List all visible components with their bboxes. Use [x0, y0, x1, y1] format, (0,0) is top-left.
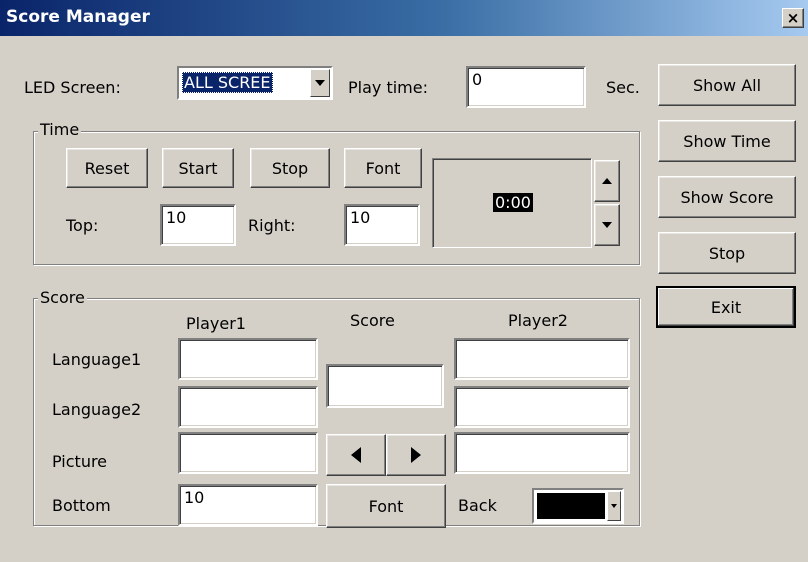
- start-button[interactable]: Start: [162, 148, 234, 188]
- exit-button[interactable]: Exit: [656, 286, 796, 328]
- back-color-swatch: [537, 493, 605, 519]
- reset-button[interactable]: Reset: [66, 148, 148, 188]
- show-score-button[interactable]: Show Score: [658, 176, 796, 218]
- time-stop-button[interactable]: Stop: [250, 148, 330, 188]
- player2-language1-input[interactable]: [454, 338, 630, 380]
- play-time-label: Play time:: [348, 78, 428, 97]
- stop-button[interactable]: Stop: [658, 232, 796, 274]
- player1-language1-input[interactable]: [178, 338, 318, 380]
- score-group-title: Score: [38, 288, 87, 307]
- score-left-button[interactable]: [326, 434, 386, 476]
- player1-header: Player1: [186, 314, 246, 333]
- back-color-dropdown[interactable]: [532, 488, 624, 524]
- chevron-down-icon: [315, 80, 325, 86]
- led-screen-value: ALL SCREE: [182, 72, 273, 93]
- player2-language2-input[interactable]: [454, 386, 630, 428]
- player2-picture-input[interactable]: [454, 432, 630, 474]
- score-right-button[interactable]: [386, 434, 446, 476]
- led-screen-dropdown-button[interactable]: [310, 69, 330, 97]
- top-label: Top:: [66, 216, 99, 235]
- time-group-title: Time: [38, 120, 82, 139]
- player1-language2-input[interactable]: [178, 386, 318, 428]
- clock-down-button[interactable]: [594, 204, 620, 246]
- seconds-label: Sec.: [606, 78, 640, 97]
- back-label: Back: [458, 496, 497, 515]
- arrow-down-icon: [602, 222, 612, 228]
- led-screen-label: LED Screen:: [24, 78, 121, 97]
- language2-label: Language2: [52, 400, 142, 419]
- clock-value: 0:00: [493, 193, 533, 212]
- bottom-input[interactable]: 10: [178, 484, 318, 526]
- right-input[interactable]: 10: [344, 204, 420, 246]
- title-bar: Score Manager ×: [0, 0, 808, 36]
- chevron-down-icon: [611, 504, 617, 508]
- right-label: Right:: [248, 216, 296, 235]
- arrow-left-icon: [351, 447, 361, 463]
- clock-display: 0:00: [432, 158, 592, 248]
- close-icon: ×: [786, 9, 800, 27]
- close-button[interactable]: ×: [782, 8, 804, 28]
- player1-picture-input[interactable]: [178, 432, 318, 474]
- bottom-label: Bottom: [52, 496, 111, 515]
- picture-label: Picture: [52, 452, 108, 471]
- score-font-button[interactable]: Font: [326, 484, 446, 528]
- show-all-button[interactable]: Show All: [658, 64, 796, 106]
- language1-label: Language1: [52, 350, 142, 369]
- score-input[interactable]: [326, 364, 444, 408]
- window-title: Score Manager: [6, 7, 150, 27]
- arrow-right-icon: [411, 447, 421, 463]
- play-time-input[interactable]: 0: [466, 66, 586, 108]
- led-screen-dropdown[interactable]: ALL SCREE: [177, 66, 333, 100]
- time-font-button[interactable]: Font: [344, 148, 422, 188]
- score-header: Score: [350, 311, 395, 330]
- show-time-button[interactable]: Show Time: [658, 120, 796, 162]
- arrow-up-icon: [602, 178, 612, 184]
- top-input[interactable]: 10: [160, 204, 236, 246]
- back-color-dropdown-button[interactable]: [607, 491, 621, 521]
- player2-header: Player2: [508, 311, 568, 330]
- clock-up-button[interactable]: [594, 160, 620, 202]
